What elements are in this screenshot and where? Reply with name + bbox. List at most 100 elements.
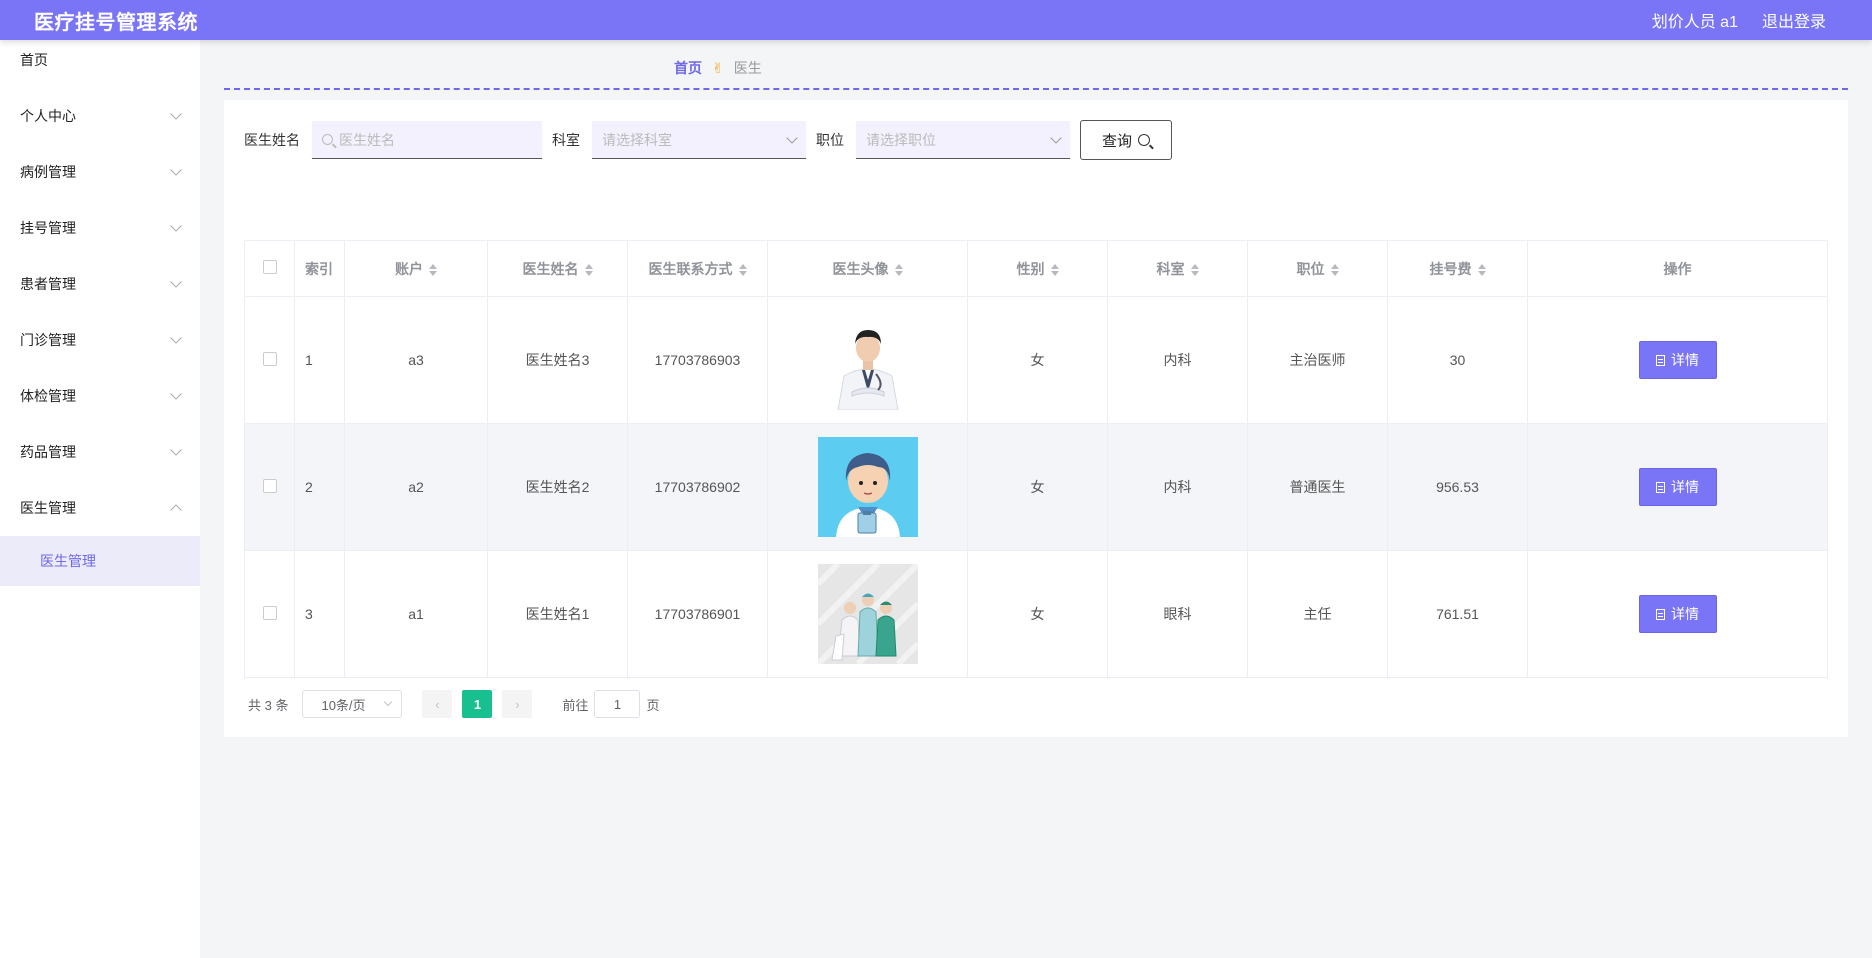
sidebar-item-label: 体检管理 [20,388,76,404]
col-avatar[interactable]: 医生头像 [767,240,968,297]
logout-link[interactable]: 退出登录 [1762,8,1826,32]
col-account[interactable]: 账户 [344,240,488,297]
prev-page-button[interactable]: ‹ [422,690,453,718]
cell-fee: 956.53 [1387,423,1528,551]
sort-icon[interactable] [738,263,747,276]
sidebar-subitem-doctors[interactable]: 医生管理 [0,536,200,586]
cell-index: 3 [294,550,345,678]
chevron-down-icon [170,108,182,120]
position-select[interactable]: 请选择职位 [856,121,1070,159]
cell-gender: 女 [967,296,1108,424]
table-row: 3 a1 医生姓名1 17703786901 女 眼科 主任 761.51 详情 [244,550,1828,678]
detail-button[interactable]: 详情 [1638,595,1717,633]
sidebar-item-patients[interactable]: 患者管理 [0,256,200,312]
col-index: 索引 [294,240,345,297]
row-checkbox[interactable] [262,351,277,366]
department-select[interactable]: 请选择科室 [592,121,806,159]
cell-gender: 女 [967,423,1108,551]
cell-gender: 女 [967,550,1108,678]
cell-account: a3 [344,296,488,424]
sidebar-item-doctors[interactable]: 医生管理 [0,480,200,536]
col-gender[interactable]: 性别 [967,240,1108,297]
col-phone[interactable]: 医生联系方式 [627,240,768,297]
goto-page-input[interactable]: 1 [594,690,641,718]
victory-hand-icon: ✌ [712,59,724,76]
search-icon [1138,134,1150,146]
department-label: 科室 [552,132,580,148]
department-placeholder: 请选择科室 [602,131,672,148]
search-icon [322,134,333,145]
table-row: 2 a2 医生姓名2 17703786902 女 内科 普通医生 956.53 … [244,423,1828,551]
cell-position: 普通医生 [1247,423,1388,551]
col-name[interactable]: 医生姓名 [487,240,628,297]
sidebar-item-label: 医生管理 [20,500,76,516]
sidebar-item-label: 患者管理 [20,276,76,292]
sidebar-item-profile[interactable]: 个人中心 [0,88,200,144]
row-checkbox[interactable] [262,605,277,620]
document-icon [1656,481,1665,493]
page-size-select[interactable]: 10条/页 [302,690,403,718]
page-number-button[interactable]: 1 [462,690,493,718]
select-all-cell [244,240,295,297]
col-fee[interactable]: 挂号费 [1387,240,1528,297]
medical-team-avatar [817,564,918,664]
doctor-name-input[interactable]: 医生姓名 [312,121,542,159]
cell-name: 医生姓名2 [487,423,628,551]
cell-fee: 761.51 [1387,550,1528,678]
chevron-down-icon [170,332,182,344]
query-button[interactable]: 查询 [1080,120,1172,160]
doctor-name-placeholder: 医生姓名 [339,131,395,148]
sort-icon[interactable] [584,263,593,276]
chevron-down-icon [786,131,798,144]
sidebar-item-label: 门诊管理 [20,332,76,348]
next-page-button[interactable]: › [502,690,533,718]
cartoon-doctor-avatar [817,437,918,537]
cell-phone: 17703786901 [627,550,768,678]
chevron-down-icon [170,220,182,232]
page-suffix: 页 [646,697,660,713]
sort-icon[interactable] [1190,263,1199,276]
row-checkbox[interactable] [262,478,277,493]
chevron-down-icon [170,276,182,288]
sidebar-item-checkup[interactable]: 体检管理 [0,368,200,424]
select-all-checkbox[interactable] [262,260,277,274]
detail-button[interactable]: 详情 [1638,468,1717,506]
sort-icon[interactable] [1050,263,1059,276]
sort-icon[interactable] [894,263,903,276]
sort-icon[interactable] [429,263,437,276]
sidebar-item-cases[interactable]: 病例管理 [0,144,200,200]
document-icon [1656,354,1665,366]
table-row: 1 a3 医生姓名3 17703786903 女 内科 主治医师 30 详情 [244,296,1828,424]
cell-fee: 30 [1387,296,1528,424]
breadcrumb-current: 医生 [733,60,762,76]
detail-button[interactable]: 详情 [1638,341,1717,379]
top-header: 医疗挂号管理系统 划价人员 a1 退出登录 [0,0,1872,40]
col-dept[interactable]: 科室 [1107,240,1248,297]
sort-icon[interactable] [1330,263,1339,276]
chevron-down-icon [170,388,182,400]
sort-icon[interactable] [1477,263,1486,276]
position-label: 职位 [816,132,844,148]
sidebar-item-label: 个人中心 [20,108,76,124]
cell-position: 主任 [1247,550,1388,678]
dashed-divider [224,88,1848,90]
sidebar-item-home[interactable]: 首页 [0,32,200,88]
breadcrumb-home[interactable]: 首页 [674,58,702,78]
sidebar-item-label: 挂号管理 [20,220,76,236]
cell-position: 主治医师 [1247,296,1388,424]
chevron-up-icon [170,504,182,516]
cell-dept: 内科 [1107,423,1248,551]
col-position[interactable]: 职位 [1247,240,1388,297]
col-actions: 操作 [1527,240,1828,297]
cell-index: 1 [294,296,345,424]
breadcrumb: 首页 ✌ 医生 [674,58,762,78]
sidebar-item-registration[interactable]: 挂号管理 [0,200,200,256]
sidebar-item-outpatient[interactable]: 门诊管理 [0,312,200,368]
cell-account: a2 [344,423,488,551]
cell-phone: 17703786902 [627,423,768,551]
chevron-down-icon [384,697,393,707]
sidebar-item-label: 药品管理 [20,444,76,460]
sidebar-item-medicine[interactable]: 药品管理 [0,424,200,480]
current-user: 划价人员 a1 [1651,14,1738,31]
sidebar-item-label: 首页 [20,52,48,68]
